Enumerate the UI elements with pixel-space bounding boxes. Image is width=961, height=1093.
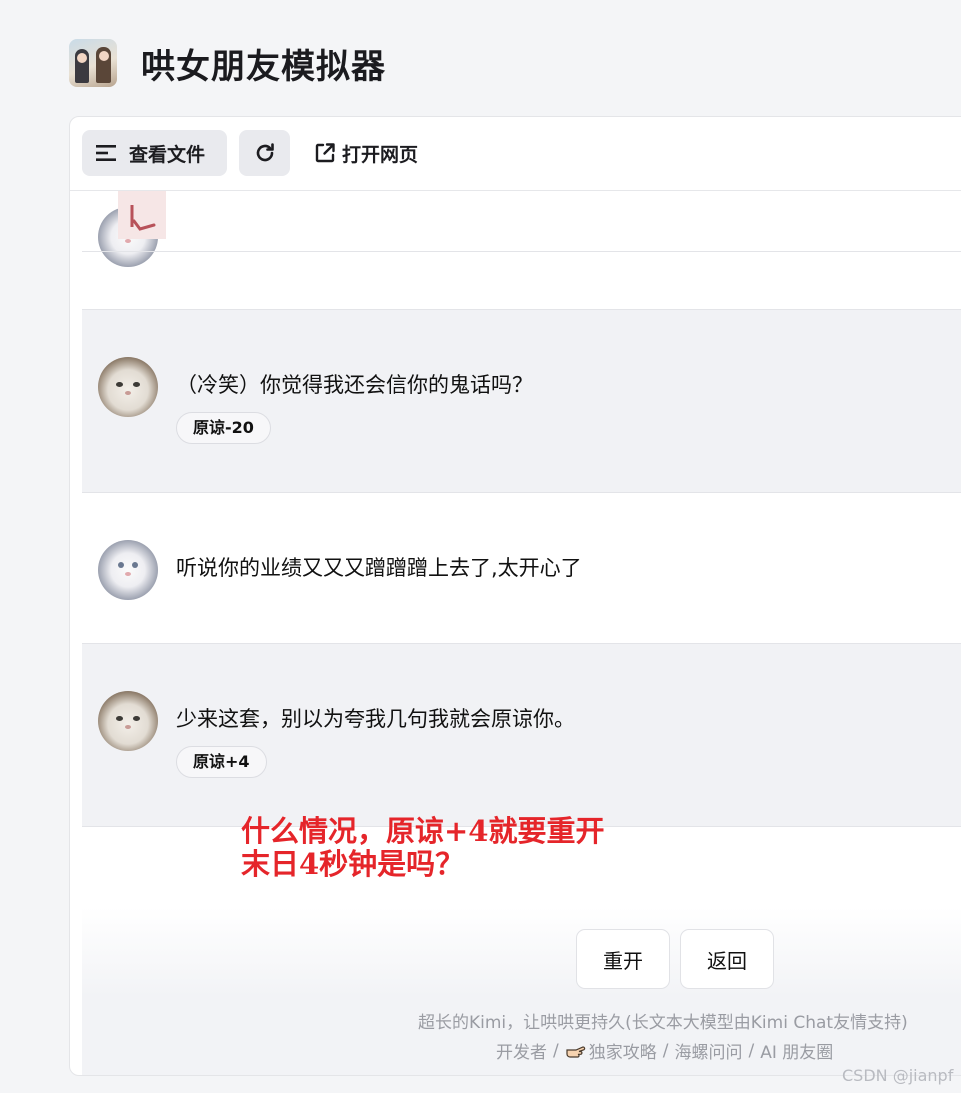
footer-link-hailuo[interactable]: 海螺问问 — [674, 1038, 742, 1063]
avatar — [98, 540, 158, 600]
menu-icon — [96, 145, 116, 161]
message-text: 听说你的业绩又又又蹭蹭蹭上去了,太开心了 — [176, 556, 582, 580]
back-button[interactable]: 返回 — [680, 929, 774, 989]
annotation-line: 什么情况，原谅+4就要重开 — [241, 814, 605, 848]
avatar — [98, 357, 158, 417]
refresh-button[interactable] — [239, 130, 290, 176]
divider — [82, 309, 961, 310]
annotation-line: 末日4秒钟是吗？ — [241, 847, 465, 881]
footer-separator: / — [662, 1040, 669, 1061]
open-webpage-label: 打开网页 — [342, 143, 419, 166]
message-row — [82, 309, 961, 492]
open-webpage-link[interactable]: 打开网页 — [314, 130, 418, 176]
restart-button[interactable]: 重开 — [576, 929, 670, 989]
view-files-button[interactable]: 查看文件 — [82, 130, 227, 176]
pointing-hand-icon — [566, 1045, 585, 1058]
app-header: 哄女朋友模拟器 — [69, 38, 386, 88]
footer-separator: / — [553, 1040, 559, 1061]
annotation: 什么情况，原谅+4就要重开 末日4秒钟是吗？ — [241, 815, 604, 881]
cursor-icon — [118, 191, 166, 239]
external-link-icon — [315, 143, 335, 163]
footer-link-developer[interactable]: 开发者 — [496, 1038, 547, 1063]
app-panel: 查看文件 打开网页 （冷笑）你觉得我还会信你的鬼话吗？ 原谅-20 听说你的业绩… — [69, 116, 961, 1076]
refresh-icon — [256, 143, 274, 162]
divider — [82, 492, 961, 493]
message-text: 少来这套，别以为夸我几句我就会原谅你。 — [176, 707, 575, 731]
toolbar: 查看文件 打开网页 — [70, 117, 961, 191]
page-title: 哄女朋友模拟器 — [141, 46, 386, 87]
forgiveness-badge: 原谅-20 — [176, 412, 271, 444]
forgiveness-badge: 原谅+4 — [176, 746, 267, 778]
app-logo-icon — [69, 39, 117, 87]
bottom-fade — [82, 907, 961, 997]
footer-separator: / — [748, 1040, 755, 1061]
watermark: CSDN @jianpf — [842, 1066, 954, 1085]
avatar — [98, 691, 158, 751]
footer-link-ai-friends[interactable]: AI 朋友圈 — [760, 1038, 833, 1063]
message-row — [82, 644, 961, 826]
divider — [82, 251, 961, 252]
footer-credit: 超长的Kimi，让哄哄更持久(长文本大模型由Kimi Chat友情支持) — [418, 1013, 908, 1033]
view-files-label: 查看文件 — [129, 143, 206, 166]
footer-link-guide[interactable]: 独家攻略 — [565, 1038, 657, 1063]
footer-link-guide-label: 独家攻略 — [588, 1043, 657, 1063]
message-text: （冷笑）你觉得我还会信你的鬼话吗？ — [176, 373, 533, 397]
footer-links: 开发者 / 独家攻略 / 海螺问问 / AI 朋友圈 — [496, 1038, 833, 1064]
